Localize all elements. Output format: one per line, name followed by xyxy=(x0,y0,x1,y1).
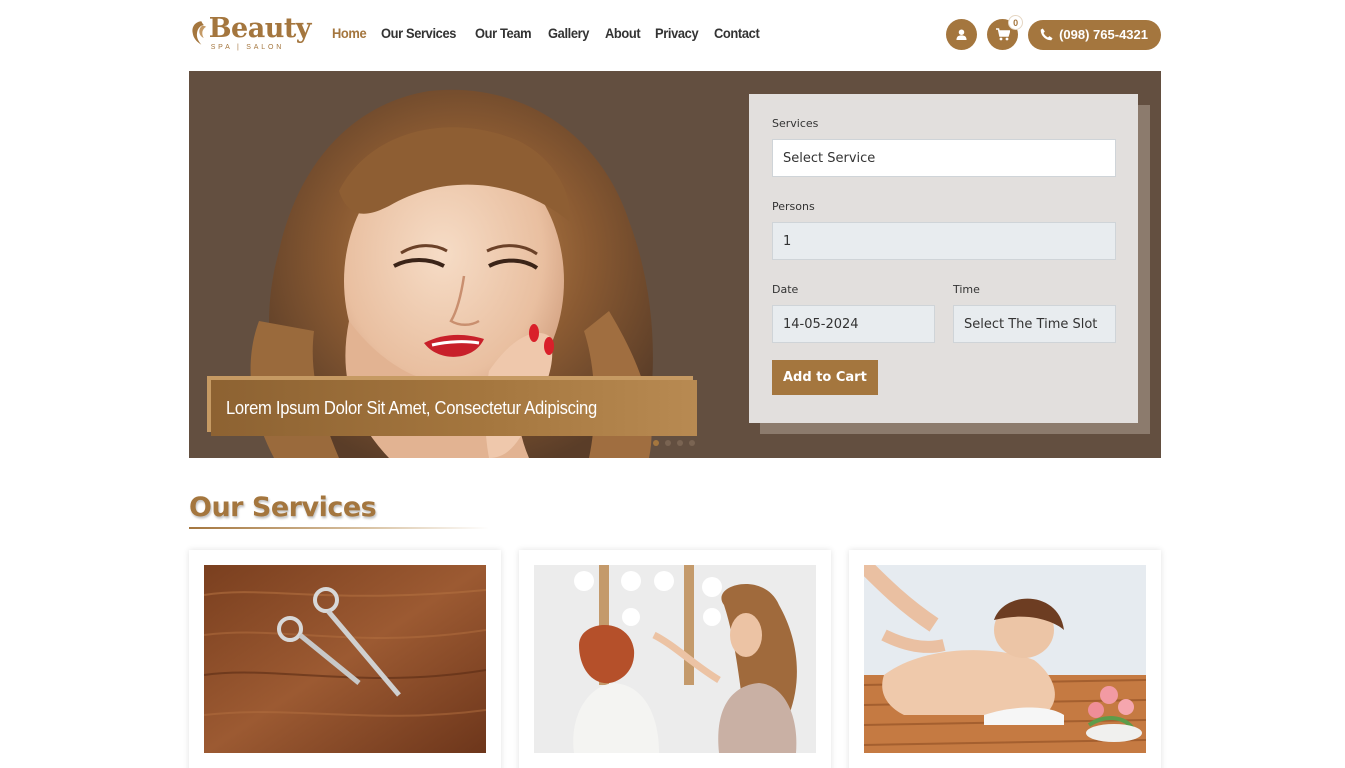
cart-count-badge: 0 xyxy=(1008,15,1024,30)
brand-name: Beauty xyxy=(208,13,312,44)
scissors-on-hair-image xyxy=(204,565,486,753)
hero-slider: Lorem Ipsum Dolor Sit Amet, Consectetur … xyxy=(189,71,1161,458)
services-heading-underline xyxy=(189,527,489,529)
phone-number: (098) 765-4321 xyxy=(1059,27,1148,42)
slider-dot-2[interactable] xyxy=(665,440,671,446)
cart-icon xyxy=(995,28,1010,41)
hero-caption: Lorem Ipsum Dolor Sit Amet, Consectetur … xyxy=(207,376,697,436)
brand-logo[interactable]: Beauty SPA | SALON xyxy=(189,10,312,56)
services-select[interactable]: Select Service xyxy=(772,139,1116,177)
services-heading: Our Services xyxy=(189,492,377,523)
service-card-hair-styling[interactable] xyxy=(519,550,831,768)
persons-label: Persons xyxy=(772,200,815,213)
nav-home[interactable]: Home xyxy=(332,25,367,41)
brand-tagline: SPA | SALON xyxy=(210,44,285,51)
nav-our-team[interactable]: Our Team xyxy=(475,25,532,41)
hero-caption-text: Lorem Ipsum Dolor Sit Amet, Consectetur … xyxy=(226,397,597,418)
phone-button[interactable]: (098) 765-4321 xyxy=(1028,19,1161,50)
main-nav: Home Our Services Our Team Gallery About… xyxy=(332,25,763,41)
site-header: Beauty SPA | SALON Home Our Services Our… xyxy=(189,0,1161,70)
woman-silhouette-icon xyxy=(192,21,207,45)
date-label: Date xyxy=(772,283,799,296)
nav-gallery[interactable]: Gallery xyxy=(548,25,589,41)
slider-dots xyxy=(653,440,695,446)
time-label: Time xyxy=(953,283,980,296)
service-card-massage[interactable] xyxy=(849,550,1161,768)
hair-styling-image xyxy=(534,565,816,753)
date-input[interactable]: 14-05-2024 xyxy=(772,305,935,343)
time-slot-select[interactable]: Select The Time Slot xyxy=(953,305,1116,343)
slider-dot-1[interactable] xyxy=(653,440,659,446)
services-label: Services xyxy=(772,117,819,130)
services-heading-bold: Services xyxy=(251,492,377,523)
user-icon xyxy=(956,29,967,40)
account-button[interactable] xyxy=(946,19,978,50)
nav-our-services[interactable]: Our Services xyxy=(381,25,456,41)
spa-massage-image xyxy=(864,565,1146,753)
cart-button[interactable]: 0 xyxy=(987,15,1024,50)
nav-contact[interactable]: Contact xyxy=(714,25,760,41)
nav-privacy[interactable]: Privacy xyxy=(655,25,699,41)
slider-dot-4[interactable] xyxy=(689,440,695,446)
persons-input[interactable]: 1 xyxy=(772,222,1116,260)
booking-form: Services Select Service Persons 1 Date 1… xyxy=(749,94,1138,423)
header-actions: 0 (098) 765-4321 xyxy=(946,15,1161,50)
add-to-cart-button[interactable]: Add to Cart xyxy=(772,360,878,395)
phone-icon xyxy=(1040,28,1053,41)
service-card-haircut[interactable] xyxy=(189,550,501,768)
nav-about[interactable]: About xyxy=(605,25,641,41)
services-heading-light: Our xyxy=(189,492,244,523)
slider-dot-3[interactable] xyxy=(677,440,683,446)
